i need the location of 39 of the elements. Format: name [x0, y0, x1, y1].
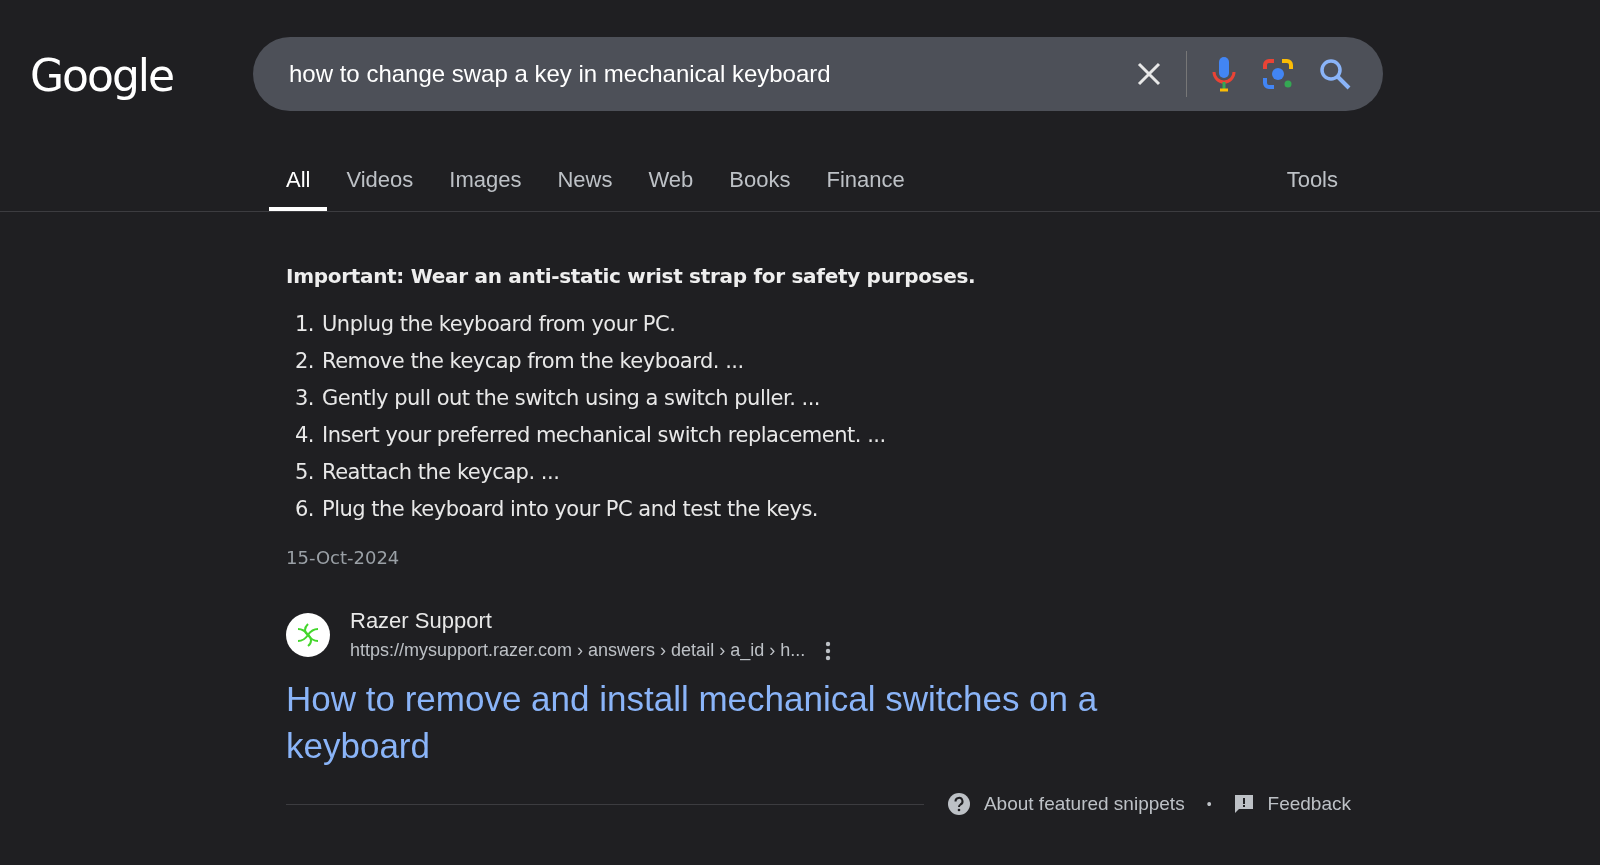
step-number: 3.	[293, 386, 314, 410]
step-text: Plug the keyboard into your PC and test the keys.	[322, 497, 819, 521]
more-options-icon[interactable]	[825, 640, 832, 661]
logo[interactable]: Google	[30, 49, 253, 101]
search-input[interactable]: how to change swap a key in mechanical keyboard	[287, 59, 1136, 89]
result-title-link[interactable]: How to remove and install mechanical switches on a keyboard	[286, 675, 1146, 769]
site-favicon-icon	[286, 612, 330, 657]
step-number: 4.	[293, 423, 314, 447]
tab[interactable]: Books	[712, 161, 808, 211]
tab[interactable]: Finance	[809, 161, 922, 211]
tab[interactable]: Web	[631, 161, 711, 211]
step-number: 2.	[293, 349, 314, 373]
site-name: Razer Support	[350, 608, 493, 634]
help-icon[interactable]	[947, 793, 970, 815]
search-icon[interactable]	[1319, 58, 1351, 90]
snippet-date: 15-Oct-2024	[286, 547, 401, 568]
search-bar[interactable]: how to change swap a key in mechanical keyboard	[253, 37, 1383, 111]
microphone-icon[interactable]	[1211, 56, 1237, 92]
step-text: Reattach the keycap. ...	[322, 460, 560, 484]
step-number: 5.	[293, 460, 314, 484]
camera-icon[interactable]	[1261, 57, 1295, 91]
tab[interactable]: Images	[432, 161, 539, 211]
step-text: Remove the keycap from the keyboard. ...	[322, 349, 744, 373]
snippet-heading: Important: Wear an anti-static wrist strap for safety purposes.	[286, 264, 977, 288]
feedback-link[interactable]: Feedback	[1267, 793, 1351, 815]
step-text: Unplug the keyboard from your PC.	[322, 312, 676, 336]
step-number: 6.	[293, 497, 314, 521]
step-text: Gently pull out the switch using a switch puller. ...	[322, 386, 821, 410]
result-url: https://mysupport.razer.com › answers › detail › a_id › h...	[350, 640, 806, 661]
tab[interactable]: All	[269, 161, 328, 211]
step-text: Insert your preferred mechanical switch replacement. ...	[322, 423, 886, 447]
tab[interactable]: News	[540, 161, 630, 211]
step-number: 1.	[293, 312, 314, 336]
tools-tab[interactable]: Tools	[1269, 161, 1355, 211]
about-snippets-link[interactable]: About featured snippets	[983, 793, 1185, 815]
tab[interactable]: Videos	[329, 161, 431, 211]
close-icon[interactable]	[1136, 61, 1162, 87]
separator-dot: •	[1206, 796, 1212, 812]
feedback-icon[interactable]	[1233, 794, 1254, 814]
